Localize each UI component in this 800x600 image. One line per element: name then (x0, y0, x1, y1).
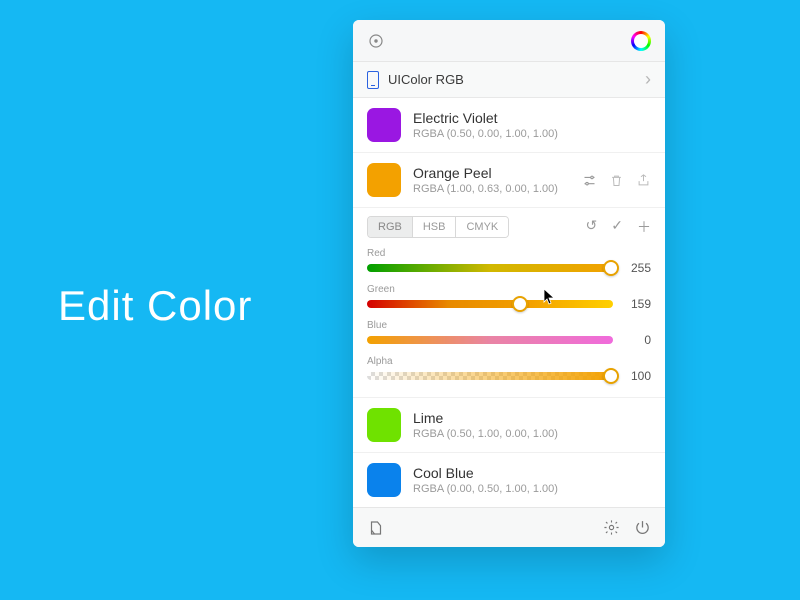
color-wheel-icon[interactable] (631, 31, 651, 51)
slider-label: Red (367, 248, 651, 259)
slider-thumb[interactable] (512, 296, 528, 312)
color-name: Lime (413, 410, 651, 426)
swatch (367, 408, 401, 442)
slider-green[interactable] (367, 300, 613, 308)
slider-value: 255 (623, 261, 651, 275)
add-icon[interactable]: ＋ (637, 217, 651, 237)
slider-value: 100 (623, 369, 651, 383)
mode-cmyk[interactable]: CMYK (455, 217, 508, 237)
sliders-icon[interactable] (582, 173, 597, 188)
color-name: Orange Peel (413, 165, 582, 181)
slider-green-group: Green 159 (367, 284, 651, 311)
color-panel: UIColor RGB › Electric Violet RGBA (0.50… (353, 20, 665, 547)
format-label: UIColor RGB (388, 72, 464, 87)
color-item-electric-violet[interactable]: Electric Violet RGBA (0.50, 0.00, 1.00, … (353, 98, 665, 153)
color-item-orange-peel[interactable]: Orange Peel RGBA (1.00, 0.63, 0.00, 1.00… (353, 153, 665, 208)
slider-label: Green (367, 284, 651, 295)
undo-icon[interactable]: ↺ (586, 217, 598, 237)
mode-rgb[interactable]: RGB (368, 217, 412, 237)
slider-thumb[interactable] (603, 260, 619, 276)
swatch (367, 108, 401, 142)
mode-hsb[interactable]: HSB (412, 217, 456, 237)
confirm-icon[interactable]: ✓ (611, 217, 623, 237)
format-selector[interactable]: UIColor RGB › (353, 62, 665, 98)
slider-label: Blue (367, 320, 651, 331)
item-actions (582, 173, 651, 188)
top-bar (353, 20, 665, 62)
color-rgba: RGBA (1.00, 0.63, 0.00, 1.00) (413, 183, 582, 195)
slider-blue[interactable] (367, 336, 613, 344)
color-rgba: RGBA (0.50, 0.00, 1.00, 1.00) (413, 128, 651, 140)
slider-blue-group: Blue 0 (367, 320, 651, 347)
slider-thumb[interactable] (603, 368, 619, 384)
share-icon[interactable] (636, 173, 651, 188)
color-editor: RGB HSB CMYK ↺ ✓ ＋ Red 255 Green (353, 208, 665, 398)
slider-label: Alpha (367, 356, 651, 367)
page-title: Edit Color (58, 282, 252, 330)
eyedropper-icon[interactable] (367, 32, 385, 50)
power-icon[interactable] (634, 519, 651, 536)
color-name: Electric Violet (413, 110, 651, 126)
slider-red-group: Red 255 (367, 248, 651, 275)
bottom-bar (353, 507, 665, 547)
trash-icon[interactable] (609, 173, 624, 188)
color-name: Cool Blue (413, 465, 651, 481)
slider-value: 159 (623, 297, 651, 311)
slider-red[interactable] (367, 264, 613, 272)
color-rgba: RGBA (0.50, 1.00, 0.00, 1.00) (413, 428, 651, 440)
swatch (367, 463, 401, 497)
slider-value: 0 (623, 333, 651, 347)
device-icon (367, 71, 379, 89)
slider-alpha-group: Alpha 100 (367, 356, 651, 383)
color-mode-segment: RGB HSB CMYK (367, 216, 509, 238)
chevron-right-icon: › (645, 69, 651, 90)
color-item-lime[interactable]: Lime RGBA (0.50, 1.00, 0.00, 1.00) (353, 398, 665, 453)
gear-icon[interactable] (603, 519, 620, 536)
color-rgba: RGBA (0.00, 0.50, 1.00, 1.00) (413, 483, 651, 495)
swatch (367, 163, 401, 197)
palette-icon[interactable] (367, 519, 385, 537)
cursor-icon (542, 288, 556, 306)
slider-alpha[interactable] (367, 372, 613, 380)
color-item-cool-blue[interactable]: Cool Blue RGBA (0.00, 0.50, 1.00, 1.00) (353, 453, 665, 507)
